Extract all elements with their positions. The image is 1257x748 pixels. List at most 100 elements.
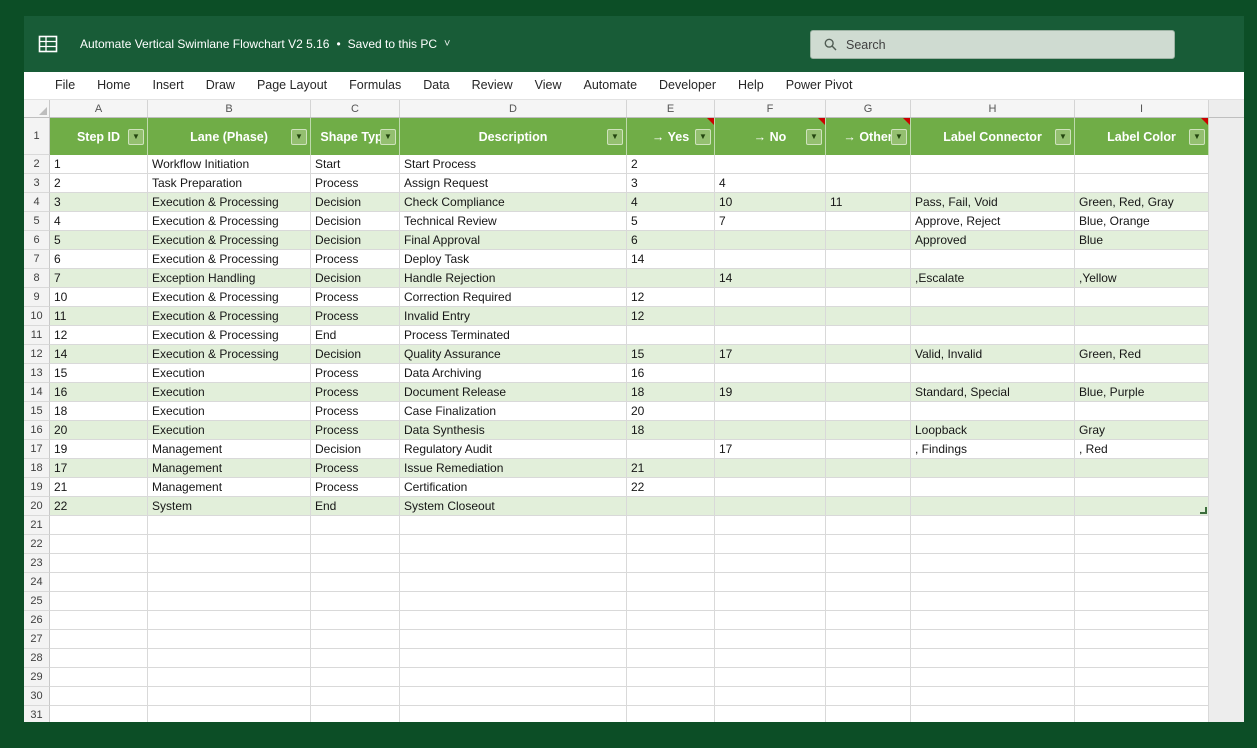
cell-F19[interactable]	[715, 478, 826, 497]
row-header-2[interactable]: 2	[24, 155, 50, 174]
cell-F23[interactable]	[715, 554, 826, 573]
cell-E9[interactable]: 12	[627, 288, 715, 307]
cell-F6[interactable]	[715, 231, 826, 250]
chevron-down-icon[interactable]: ˅	[444, 38, 450, 50]
cell-H3[interactable]	[911, 174, 1075, 193]
cell-B11[interactable]: Execution & Processing	[148, 326, 311, 345]
cell-G13[interactable]	[826, 364, 911, 383]
cell-C30[interactable]	[311, 687, 400, 706]
cell-C10[interactable]: Process	[311, 307, 400, 326]
cell-G10[interactable]	[826, 307, 911, 326]
cell-A25[interactable]	[50, 592, 148, 611]
cell-D3[interactable]: Assign Request	[400, 174, 627, 193]
cell-A24[interactable]	[50, 573, 148, 592]
cell-H29[interactable]	[911, 668, 1075, 687]
cell-H27[interactable]	[911, 630, 1075, 649]
filter-dropdown-icon[interactable]: ▼	[380, 128, 396, 145]
filter-dropdown-icon[interactable]: ▼	[891, 128, 907, 145]
cell-B14[interactable]: Execution	[148, 383, 311, 402]
table-header-d1[interactable]: Description ▼	[400, 118, 627, 155]
cell-H28[interactable]	[911, 649, 1075, 668]
cell-H22[interactable]	[911, 535, 1075, 554]
cell-C18[interactable]: Process	[311, 459, 400, 478]
cell-I8[interactable]: ,Yellow	[1075, 269, 1209, 288]
cell-E17[interactable]	[627, 440, 715, 459]
cell-I24[interactable]	[1075, 573, 1209, 592]
cell-A23[interactable]	[50, 554, 148, 573]
row-header-13[interactable]: 13	[24, 364, 50, 383]
cell-E27[interactable]	[627, 630, 715, 649]
cell-D19[interactable]: Certification	[400, 478, 627, 497]
cell-C29[interactable]	[311, 668, 400, 687]
save-status[interactable]: Saved to this PC	[348, 37, 437, 51]
cell-A15[interactable]: 18	[50, 402, 148, 421]
cell-D25[interactable]	[400, 592, 627, 611]
cell-H12[interactable]: Valid, Invalid	[911, 345, 1075, 364]
cell-A8[interactable]: 7	[50, 269, 148, 288]
menu-tab-insert[interactable]: Insert	[142, 72, 195, 99]
cell-G15[interactable]	[826, 402, 911, 421]
column-header-f[interactable]: F	[715, 100, 826, 117]
filter-dropdown-icon[interactable]: ▼	[291, 128, 307, 145]
cell-G3[interactable]	[826, 174, 911, 193]
menu-tab-draw[interactable]: Draw	[195, 72, 246, 99]
cell-C28[interactable]	[311, 649, 400, 668]
cell-B12[interactable]: Execution & Processing	[148, 345, 311, 364]
menu-tab-view[interactable]: View	[524, 72, 573, 99]
cell-B26[interactable]	[148, 611, 311, 630]
cell-G5[interactable]	[826, 212, 911, 231]
cell-H25[interactable]	[911, 592, 1075, 611]
row-header-1[interactable]: 1	[24, 118, 50, 155]
cell-B8[interactable]: Exception Handling	[148, 269, 311, 288]
cell-H31[interactable]	[911, 706, 1075, 722]
cell-H24[interactable]	[911, 573, 1075, 592]
cell-F16[interactable]	[715, 421, 826, 440]
cell-G12[interactable]	[826, 345, 911, 364]
cell-C7[interactable]: Process	[311, 250, 400, 269]
cell-G29[interactable]	[826, 668, 911, 687]
filter-dropdown-icon[interactable]: ▼	[607, 128, 623, 145]
cell-H4[interactable]: Pass, Fail, Void	[911, 193, 1075, 212]
cell-A28[interactable]	[50, 649, 148, 668]
cell-F15[interactable]	[715, 402, 826, 421]
cell-I28[interactable]	[1075, 649, 1209, 668]
cell-D27[interactable]	[400, 630, 627, 649]
cell-C2[interactable]: Start	[311, 155, 400, 174]
cell-A13[interactable]: 15	[50, 364, 148, 383]
row-header-16[interactable]: 16	[24, 421, 50, 440]
column-header-i[interactable]: I	[1075, 100, 1209, 117]
row-header-26[interactable]: 26	[24, 611, 50, 630]
cell-G27[interactable]	[826, 630, 911, 649]
row-header-30[interactable]: 30	[24, 687, 50, 706]
cell-H14[interactable]: Standard, Special	[911, 383, 1075, 402]
row-header-15[interactable]: 15	[24, 402, 50, 421]
cell-A16[interactable]: 20	[50, 421, 148, 440]
filter-dropdown-icon[interactable]: ▼	[695, 128, 711, 145]
cell-H15[interactable]	[911, 402, 1075, 421]
cell-A26[interactable]	[50, 611, 148, 630]
cell-I22[interactable]	[1075, 535, 1209, 554]
cell-F9[interactable]	[715, 288, 826, 307]
row-header-6[interactable]: 6	[24, 231, 50, 250]
cell-I19[interactable]	[1075, 478, 1209, 497]
cell-I17[interactable]: , Red	[1075, 440, 1209, 459]
cell-D11[interactable]: Process Terminated	[400, 326, 627, 345]
cell-A30[interactable]	[50, 687, 148, 706]
cell-F8[interactable]: 14	[715, 269, 826, 288]
cell-H9[interactable]	[911, 288, 1075, 307]
cell-C31[interactable]	[311, 706, 400, 722]
cell-H18[interactable]	[911, 459, 1075, 478]
cell-F3[interactable]: 4	[715, 174, 826, 193]
cell-C5[interactable]: Decision	[311, 212, 400, 231]
cell-C20[interactable]: End	[311, 497, 400, 516]
cell-H10[interactable]	[911, 307, 1075, 326]
cell-E30[interactable]	[627, 687, 715, 706]
cell-D5[interactable]: Technical Review	[400, 212, 627, 231]
cell-A21[interactable]	[50, 516, 148, 535]
cell-I9[interactable]	[1075, 288, 1209, 307]
cell-G9[interactable]	[826, 288, 911, 307]
cell-E21[interactable]	[627, 516, 715, 535]
row-header-31[interactable]: 31	[24, 706, 50, 722]
cell-I26[interactable]	[1075, 611, 1209, 630]
cell-D28[interactable]	[400, 649, 627, 668]
